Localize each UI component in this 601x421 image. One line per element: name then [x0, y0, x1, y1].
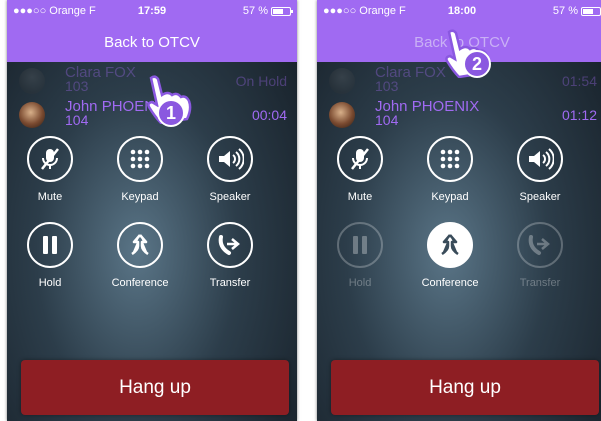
- hold-label: Hold: [348, 277, 372, 289]
- clock: 18:00: [447, 5, 477, 17]
- transfer-button[interactable]: Transfer: [500, 222, 580, 289]
- keypad-label: Keypad: [431, 191, 469, 203]
- speaker-icon: [207, 136, 253, 182]
- transfer-label: Transfer: [519, 277, 561, 289]
- transfer-icon: [207, 222, 253, 268]
- pause-icon: [27, 222, 73, 268]
- mute-label: Mute: [347, 191, 373, 203]
- mute-label: Mute: [37, 191, 63, 203]
- phone-screen-1: ●●●○○ Orange F 17:59 57 % Back to OTCV C…: [7, 0, 297, 421]
- merge-icon: [117, 222, 163, 268]
- hold-button[interactable]: Hold: [320, 222, 400, 289]
- speaker-button[interactable]: Speaker: [190, 136, 270, 203]
- call-status: On Hold: [235, 73, 287, 89]
- step-badge: 2: [463, 50, 491, 78]
- transfer-label: Transfer: [209, 277, 251, 289]
- pause-icon: [337, 222, 383, 268]
- caller-extension: 103: [65, 78, 89, 94]
- call-timer: 00:04: [251, 107, 287, 123]
- hold-label: Hold: [38, 277, 62, 289]
- avatar: [329, 68, 355, 94]
- keypad-button[interactable]: Keypad: [100, 136, 180, 203]
- mic-muted-icon: [337, 136, 383, 182]
- mute-button[interactable]: Mute: [320, 136, 400, 203]
- keypad-label: Keypad: [121, 191, 159, 203]
- conference-button[interactable]: Conference: [100, 222, 180, 289]
- keypad-button[interactable]: Keypad: [410, 136, 490, 203]
- call-timer: 01:54: [561, 73, 597, 89]
- phone-screen-2: ●●●○○ Orange F 18:00 57 % Back to OTCV C…: [317, 0, 601, 421]
- keypad-icon: [117, 136, 163, 182]
- call-row-active[interactable]: John PHOENIX 104 01:12: [317, 98, 601, 132]
- transfer-button[interactable]: Transfer: [190, 222, 270, 289]
- keypad-icon: [427, 136, 473, 182]
- speaker-label: Speaker: [519, 191, 561, 203]
- avatar: [19, 102, 45, 128]
- mute-button[interactable]: Mute: [10, 136, 90, 203]
- caller-extension: 103: [375, 78, 399, 94]
- status-bar: ●●●○○ Orange F 18:00 57 %: [317, 0, 601, 22]
- speaker-button[interactable]: Speaker: [500, 136, 580, 203]
- conference-label: Conference: [421, 277, 479, 289]
- hang-up-button[interactable]: Hang up: [21, 360, 289, 415]
- conference-label: Conference: [111, 277, 169, 289]
- battery-icon: [271, 6, 293, 16]
- conference-button[interactable]: Conference: [410, 222, 490, 289]
- caller-extension: 104: [375, 112, 399, 128]
- avatar: [329, 102, 355, 128]
- call-timer: 01:12: [561, 107, 597, 123]
- transfer-icon: [517, 222, 563, 268]
- avatar: [19, 68, 45, 94]
- speaker-icon: [517, 136, 563, 182]
- status-bar: ●●●○○ Orange F 17:59 57 %: [7, 0, 297, 22]
- hold-button[interactable]: Hold: [10, 222, 90, 289]
- step-badge: 1: [157, 99, 185, 127]
- hang-up-button[interactable]: Hang up: [331, 360, 599, 415]
- battery-icon: [581, 6, 601, 16]
- caller-extension: 104: [65, 112, 89, 128]
- back-to-app-button[interactable]: Back to OTCV: [7, 22, 297, 62]
- merge-icon: [427, 222, 473, 268]
- mic-muted-icon: [27, 136, 73, 182]
- clock: 17:59: [137, 5, 167, 17]
- speaker-label: Speaker: [209, 191, 251, 203]
